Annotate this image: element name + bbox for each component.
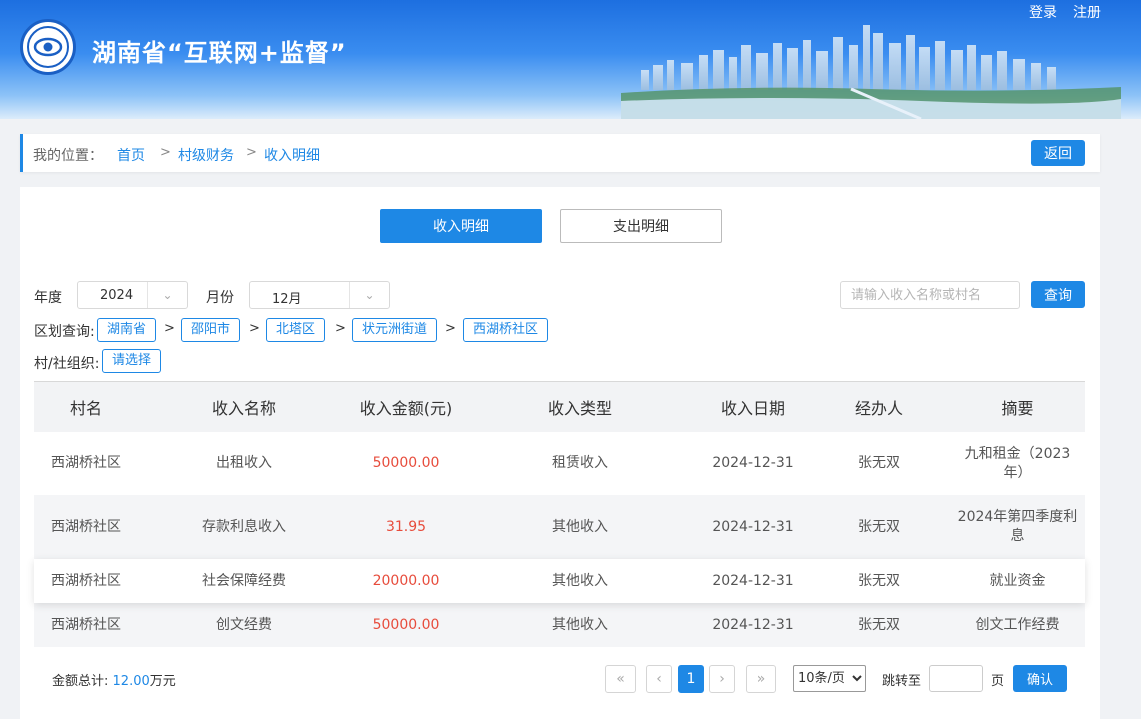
jump-label: 跳转至 — [882, 674, 922, 689]
cell-amount: 50000.00 — [372, 455, 440, 471]
month-select[interactable]: 12月 ⌄ — [249, 281, 390, 309]
cell-income-type: 租赁收入 — [552, 455, 608, 471]
cell-handler: 张无双 — [858, 518, 900, 535]
cell-income-type: 其他收入 — [552, 518, 608, 535]
page-size-select[interactable]: 10条/页 — [793, 665, 866, 692]
column-header-village: 村名 — [69, 399, 102, 418]
cell-date: 2024-12-31 — [712, 572, 794, 589]
cell-income-name: 创文经费 — [216, 616, 272, 633]
cell-amount: 31.95 — [385, 518, 427, 535]
top-links: 登录 注册 — [1029, 2, 1101, 22]
cell-income-type: 其他收入 — [552, 572, 608, 589]
site-title: 湖南省“互联网+监督” — [92, 39, 347, 67]
table-row[interactable]: 西湖桥社区 创文经费 50000.00 其他收入 2024-12-31 张无双 … — [34, 603, 1085, 647]
column-header-amount: 收入金额(元) — [359, 399, 453, 418]
cell-amount: 50000.00 — [372, 616, 440, 633]
first-page-icon[interactable]: « — [605, 665, 636, 693]
total-unit: 万元 — [149, 674, 176, 689]
region-chip-province[interactable]: 湖南省 — [97, 318, 157, 342]
region-chip-community[interactable]: 西湖桥社区 — [463, 318, 549, 342]
column-header-handler: 经办人 — [854, 399, 903, 418]
cell-income-name: 存款利息收入 — [202, 518, 286, 535]
cell-summary: 2024年第四季度利息 — [957, 509, 1078, 544]
cell-village: 西湖桥社区 — [51, 455, 121, 471]
income-table: 村名 收入名称 收入金额(元) 收入类型 收入日期 经办人 摘要 西湖桥社区 出… — [34, 381, 1085, 647]
table-row[interactable]: 西湖桥社区 社会保障经费 20000.00 其他收入 2024-12-31 张无… — [34, 559, 1085, 603]
last-page-icon[interactable]: » — [746, 665, 776, 693]
eye-icon — [33, 37, 63, 57]
tab-expense-details[interactable]: 支出明细 — [560, 209, 722, 243]
breadcrumb-home[interactable]: 首页 — [117, 145, 145, 165]
tab-income-details[interactable]: 收入明细 — [380, 209, 542, 243]
chevron-down-icon: ⌄ — [349, 282, 389, 308]
total-value: 12.00 — [112, 674, 150, 689]
page-number-button[interactable]: 1 — [678, 665, 704, 693]
query-button[interactable]: 查询 — [1031, 281, 1085, 308]
cell-village: 西湖桥社区 — [51, 616, 121, 633]
breadcrumb-village-finance[interactable]: 村级财务 — [178, 145, 234, 165]
table-header: 村名 收入名称 收入金额(元) 收入类型 收入日期 经办人 摘要 — [34, 381, 1085, 432]
column-header-income-type: 收入类型 — [547, 399, 612, 418]
region-separator: > — [249, 321, 260, 336]
org-select-chip[interactable]: 请选择 — [102, 349, 162, 373]
cell-village: 西湖桥社区 — [51, 518, 121, 535]
cell-date: 2024-12-31 — [712, 616, 794, 633]
region-label: 区划查询: — [34, 324, 95, 340]
table-row[interactable]: 西湖桥社区 出租收入 50000.00 租赁收入 2024-12-31 张无双 … — [34, 432, 1085, 495]
cell-income-type: 其他收入 — [552, 616, 608, 633]
prev-page-icon[interactable]: ‹ — [646, 665, 672, 693]
column-header-summary: 摘要 — [1001, 399, 1034, 418]
region-chip-street[interactable]: 状元洲街道 — [352, 318, 438, 342]
total-label: 金额总计: — [52, 674, 109, 689]
cell-income-name: 出租收入 — [216, 455, 272, 471]
site-header: 湖南省“互联网+监督” 登录 注册 — [0, 0, 1141, 119]
cell-amount: 20000.00 — [372, 572, 440, 589]
amount-total: 金额总计: 12.00万元 — [52, 670, 176, 689]
confirm-button[interactable]: 确认 — [1013, 665, 1067, 692]
breadcrumb: 我的位置： 首页 > 村级财务 > 收入明细 返回 — [20, 134, 1100, 172]
year-value: 2024 — [100, 288, 134, 303]
region-chip-district[interactable]: 北塔区 — [266, 318, 326, 342]
column-header-income-name: 收入名称 — [211, 399, 276, 418]
login-link[interactable]: 登录 — [1029, 2, 1057, 22]
breadcrumb-income-details[interactable]: 收入明细 — [264, 145, 320, 165]
chevron-down-icon: ⌄ — [147, 282, 187, 308]
site-logo — [20, 19, 76, 75]
back-button[interactable]: 返回 — [1031, 140, 1085, 166]
page-unit-label: 页 — [991, 674, 1005, 689]
region-separator: > — [164, 321, 175, 336]
cell-date: 2024-12-31 — [712, 518, 794, 535]
cell-handler: 张无双 — [858, 572, 900, 589]
cell-summary: 就业资金 — [989, 572, 1046, 589]
month-value: 12月 — [272, 292, 302, 307]
cell-handler: 张无双 — [858, 455, 900, 471]
cell-summary: 创文工作经费 — [975, 616, 1060, 633]
cell-handler: 张无双 — [858, 616, 900, 633]
org-label: 村/社组织: — [34, 356, 100, 372]
city-skyline-image — [621, 25, 1121, 119]
main-panel: 收入明细 支出明细 年度 2024 ⌄ 月份 12月 ⌄ 查询 区划查询: 湖南… — [20, 187, 1100, 719]
region-separator: > — [445, 321, 456, 336]
cell-income-name: 社会保障经费 — [202, 572, 286, 589]
year-select[interactable]: 2024 ⌄ — [77, 281, 188, 309]
jump-page-input[interactable] — [929, 665, 983, 692]
region-chip-city[interactable]: 邵阳市 — [181, 318, 241, 342]
month-label: 月份 — [206, 290, 234, 306]
breadcrumb-separator: > — [160, 145, 171, 160]
breadcrumb-prefix: 我的位置： — [33, 148, 103, 164]
cell-summary: 九和租金（2023年） — [964, 445, 1071, 481]
column-header-date: 收入日期 — [720, 399, 785, 418]
year-label: 年度 — [34, 290, 62, 306]
next-page-icon[interactable]: › — [709, 665, 735, 693]
region-separator: > — [335, 321, 346, 336]
register-link[interactable]: 注册 — [1073, 2, 1101, 22]
cell-date: 2024-12-31 — [712, 455, 794, 471]
table-row[interactable]: 西湖桥社区 存款利息收入 31.95 其他收入 2024-12-31 张无双 2… — [34, 495, 1085, 559]
breadcrumb-separator: > — [246, 145, 257, 160]
search-input[interactable] — [840, 281, 1020, 309]
cell-village: 西湖桥社区 — [51, 572, 121, 589]
